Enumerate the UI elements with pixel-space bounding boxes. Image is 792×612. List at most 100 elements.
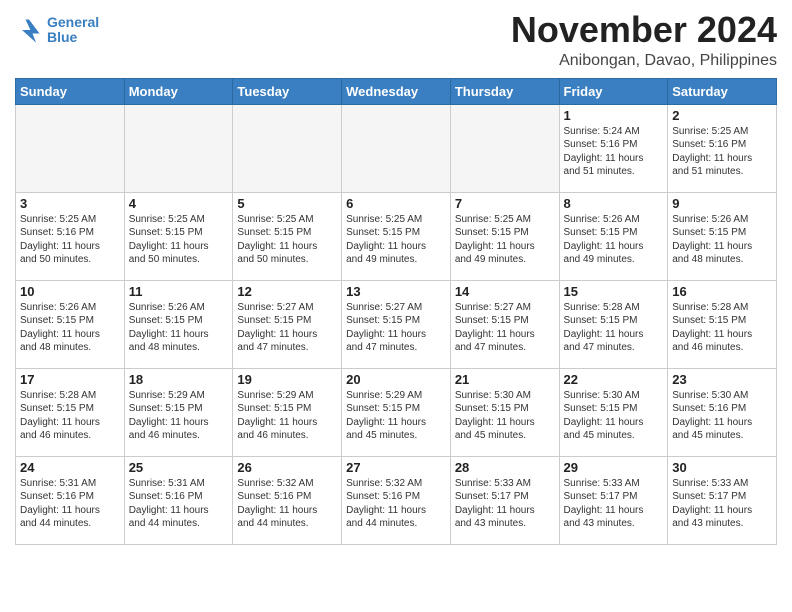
day-number: 21 <box>455 372 555 387</box>
calendar-cell: 3 Sunrise: 5:25 AM Sunset: 5:16 PM Daylig… <box>16 192 125 280</box>
day-info: Sunrise: 5:24 AM Sunset: 5:16 PM Dayligh… <box>564 125 664 179</box>
logo-text: General Blue <box>47 15 99 46</box>
day-info: Sunrise: 5:29 AM Sunset: 5:15 PM Dayligh… <box>237 389 337 443</box>
day-info: Sunrise: 5:30 AM Sunset: 5:15 PM Dayligh… <box>455 389 555 443</box>
day-number: 26 <box>237 460 337 475</box>
day-info: Sunrise: 5:33 AM Sunset: 5:17 PM Dayligh… <box>564 477 664 531</box>
day-of-week-header: Friday <box>559 78 668 104</box>
header: General Blue November 2024 Anibongan, Da… <box>15 10 777 70</box>
calendar-header-row: SundayMondayTuesdayWednesdayThursdayFrid… <box>16 78 777 104</box>
calendar-cell: 2 Sunrise: 5:25 AM Sunset: 5:16 PM Daylig… <box>668 104 777 192</box>
day-number: 2 <box>672 108 772 123</box>
calendar-cell: 13Sunrise: 5:27 AM Sunset: 5:15 PM Dayli… <box>342 280 451 368</box>
day-info: Sunrise: 5:25 AM Sunset: 5:15 PM Dayligh… <box>455 213 555 267</box>
day-of-week-header: Saturday <box>668 78 777 104</box>
day-number: 29 <box>564 460 664 475</box>
day-number: 24 <box>20 460 120 475</box>
day-info: Sunrise: 5:25 AM Sunset: 5:15 PM Dayligh… <box>129 213 229 267</box>
calendar-cell <box>233 104 342 192</box>
day-info: Sunrise: 5:27 AM Sunset: 5:15 PM Dayligh… <box>346 301 446 355</box>
month-title: November 2024 <box>511 10 777 50</box>
day-number: 16 <box>672 284 772 299</box>
day-of-week-header: Thursday <box>450 78 559 104</box>
calendar-cell: 15 Sunrise: 5:28 AM Sunset: 5:15 PM Dayli… <box>559 280 668 368</box>
calendar-cell: 11Sunrise: 5:26 AM Sunset: 5:15 PM Dayli… <box>124 280 233 368</box>
day-info: Sunrise: 5:33 AM Sunset: 5:17 PM Dayligh… <box>455 477 555 531</box>
calendar-cell <box>450 104 559 192</box>
calendar-cell: 22 Sunrise: 5:30 AM Sunset: 5:15 PM Dayli… <box>559 368 668 456</box>
calendar-cell: 16 Sunrise: 5:28 AM Sunset: 5:15 PM Dayli… <box>668 280 777 368</box>
day-of-week-header: Wednesday <box>342 78 451 104</box>
day-info: Sunrise: 5:29 AM Sunset: 5:15 PM Dayligh… <box>129 389 229 443</box>
day-info: Sunrise: 5:33 AM Sunset: 5:17 PM Dayligh… <box>672 477 772 531</box>
day-info: Sunrise: 5:26 AM Sunset: 5:15 PM Dayligh… <box>672 213 772 267</box>
day-info: Sunrise: 5:25 AM Sunset: 5:16 PM Dayligh… <box>20 213 120 267</box>
day-info: Sunrise: 5:27 AM Sunset: 5:15 PM Dayligh… <box>237 301 337 355</box>
day-number: 25 <box>129 460 229 475</box>
day-info: Sunrise: 5:28 AM Sunset: 5:15 PM Dayligh… <box>20 389 120 443</box>
day-number: 12 <box>237 284 337 299</box>
calendar-cell <box>124 104 233 192</box>
day-number: 20 <box>346 372 446 387</box>
calendar-cell: 24Sunrise: 5:31 AM Sunset: 5:16 PM Dayli… <box>16 456 125 544</box>
calendar-cell: 12 Sunrise: 5:27 AM Sunset: 5:15 PM Dayli… <box>233 280 342 368</box>
calendar-cell: 10Sunrise: 5:26 AM Sunset: 5:15 PM Dayli… <box>16 280 125 368</box>
logo-line2: Blue <box>47 29 77 45</box>
day-number: 15 <box>564 284 664 299</box>
day-number: 27 <box>346 460 446 475</box>
calendar-cell: 26 Sunrise: 5:32 AM Sunset: 5:16 PM Dayli… <box>233 456 342 544</box>
calendar: SundayMondayTuesdayWednesdayThursdayFrid… <box>15 78 777 545</box>
logo-icon <box>15 16 43 44</box>
calendar-week-row: 17 Sunrise: 5:28 AM Sunset: 5:15 PM Dayli… <box>16 368 777 456</box>
calendar-cell <box>16 104 125 192</box>
day-info: Sunrise: 5:26 AM Sunset: 5:15 PM Dayligh… <box>564 213 664 267</box>
day-number: 8 <box>564 196 664 211</box>
calendar-cell: 6Sunrise: 5:25 AM Sunset: 5:15 PM Daylig… <box>342 192 451 280</box>
day-number: 1 <box>564 108 664 123</box>
day-number: 17 <box>20 372 120 387</box>
calendar-cell: 25 Sunrise: 5:31 AM Sunset: 5:16 PM Dayli… <box>124 456 233 544</box>
calendar-cell: 27 Sunrise: 5:32 AM Sunset: 5:16 PM Dayli… <box>342 456 451 544</box>
day-info: Sunrise: 5:25 AM Sunset: 5:15 PM Dayligh… <box>237 213 337 267</box>
day-info: Sunrise: 5:30 AM Sunset: 5:15 PM Dayligh… <box>564 389 664 443</box>
calendar-cell: 29 Sunrise: 5:33 AM Sunset: 5:17 PM Dayli… <box>559 456 668 544</box>
calendar-cell: 8 Sunrise: 5:26 AM Sunset: 5:15 PM Daylig… <box>559 192 668 280</box>
day-number: 5 <box>237 196 337 211</box>
calendar-cell: 23 Sunrise: 5:30 AM Sunset: 5:16 PM Dayli… <box>668 368 777 456</box>
calendar-cell: 20 Sunrise: 5:29 AM Sunset: 5:15 PM Dayli… <box>342 368 451 456</box>
day-info: Sunrise: 5:31 AM Sunset: 5:16 PM Dayligh… <box>129 477 229 531</box>
calendar-cell: 9Sunrise: 5:26 AM Sunset: 5:15 PM Daylig… <box>668 192 777 280</box>
day-number: 30 <box>672 460 772 475</box>
calendar-cell: 21 Sunrise: 5:30 AM Sunset: 5:15 PM Dayli… <box>450 368 559 456</box>
calendar-cell: 17 Sunrise: 5:28 AM Sunset: 5:15 PM Dayli… <box>16 368 125 456</box>
calendar-week-row: 10Sunrise: 5:26 AM Sunset: 5:15 PM Dayli… <box>16 280 777 368</box>
day-number: 14 <box>455 284 555 299</box>
day-info: Sunrise: 5:25 AM Sunset: 5:15 PM Dayligh… <box>346 213 446 267</box>
day-info: Sunrise: 5:28 AM Sunset: 5:15 PM Dayligh… <box>564 301 664 355</box>
calendar-cell: 7 Sunrise: 5:25 AM Sunset: 5:15 PM Daylig… <box>450 192 559 280</box>
day-info: Sunrise: 5:28 AM Sunset: 5:15 PM Dayligh… <box>672 301 772 355</box>
calendar-cell: 19Sunrise: 5:29 AM Sunset: 5:15 PM Dayli… <box>233 368 342 456</box>
day-number: 7 <box>455 196 555 211</box>
calendar-cell: 30 Sunrise: 5:33 AM Sunset: 5:17 PM Dayli… <box>668 456 777 544</box>
day-info: Sunrise: 5:32 AM Sunset: 5:16 PM Dayligh… <box>346 477 446 531</box>
calendar-week-row: 24 Sunrise: 5:31 AM Sunset: 5:16 PM Dayli… <box>16 456 777 544</box>
logo-line1: General <box>47 14 99 30</box>
day-number: 3 <box>20 196 120 211</box>
page: General Blue November 2024 Anibongan, Da… <box>0 0 792 612</box>
day-info: Sunrise: 5:29 AM Sunset: 5:15 PM Dayligh… <box>346 389 446 443</box>
calendar-cell: 1 Sunrise: 5:24 AM Sunset: 5:16 PM Daylig… <box>559 104 668 192</box>
day-of-week-header: Tuesday <box>233 78 342 104</box>
day-info: Sunrise: 5:30 AM Sunset: 5:16 PM Dayligh… <box>672 389 772 443</box>
day-info: Sunrise: 5:25 AM Sunset: 5:16 PM Dayligh… <box>672 125 772 179</box>
day-number: 23 <box>672 372 772 387</box>
calendar-cell: 5 Sunrise: 5:25 AM Sunset: 5:15 PM Daylig… <box>233 192 342 280</box>
day-info: Sunrise: 5:27 AM Sunset: 5:15 PM Dayligh… <box>455 301 555 355</box>
calendar-cell: 14 Sunrise: 5:27 AM Sunset: 5:15 PM Dayli… <box>450 280 559 368</box>
logo: General Blue <box>15 15 99 46</box>
day-number: 22 <box>564 372 664 387</box>
day-info: Sunrise: 5:32 AM Sunset: 5:16 PM Dayligh… <box>237 477 337 531</box>
calendar-cell: 18Sunrise: 5:29 AM Sunset: 5:15 PM Dayli… <box>124 368 233 456</box>
day-number: 28 <box>455 460 555 475</box>
day-number: 4 <box>129 196 229 211</box>
